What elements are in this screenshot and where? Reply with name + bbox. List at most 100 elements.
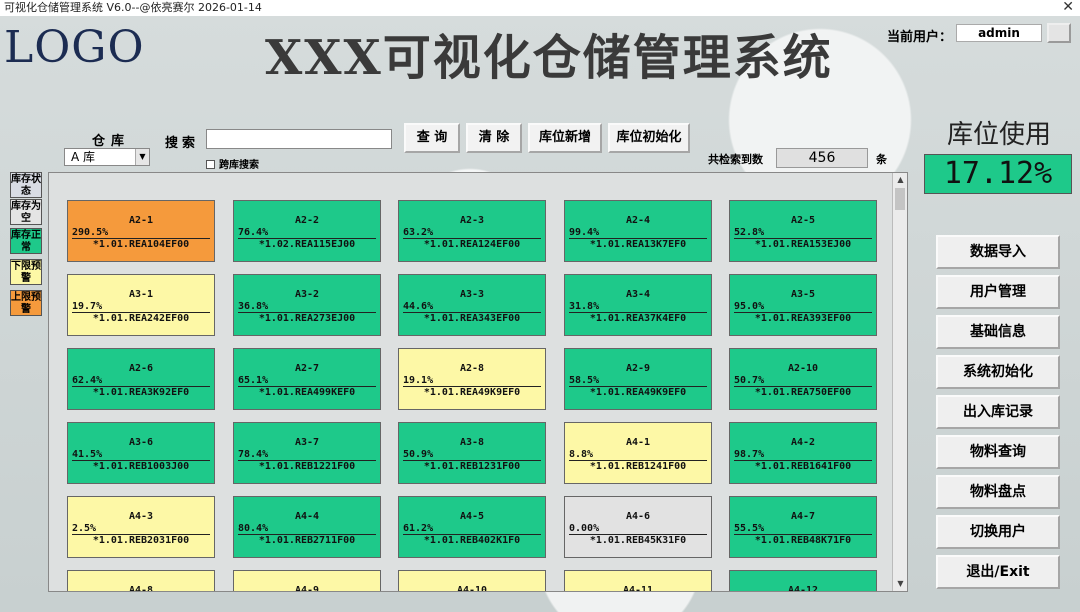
add-location-button[interactable]: 库位新增: [528, 123, 602, 153]
location-usage: 19.7%: [72, 301, 210, 313]
location-code: *1.01.REA3K92EF0: [92, 387, 190, 398]
location-code: *1.01.REB1221F00: [258, 461, 356, 472]
side-menu-button[interactable]: 出入库记录: [936, 395, 1060, 429]
current-user-label: 当前用户：: [887, 30, 953, 45]
location-cell[interactable]: A2-3 63.2% *1.01.REA124EF00: [398, 200, 546, 262]
location-cell[interactable]: A2-2 76.4% *1.02.REA115EJ00: [233, 200, 381, 262]
location-usage: 52.8%: [734, 227, 872, 239]
location-name: A4-10: [456, 585, 488, 592]
location-grid: A2-1 290.5% *1.01.REA104EF00 A2-2 76.4% *1.02…: [48, 172, 908, 592]
location-cell[interactable]: A4-10: [398, 570, 546, 592]
location-name: A2-4: [625, 215, 651, 226]
location-code: *1.01.REA499KEF0: [258, 387, 356, 398]
query-button[interactable]: 查 询: [404, 123, 460, 153]
legend-item: 上限预警: [10, 290, 42, 316]
side-menu-button[interactable]: 基础信息: [936, 315, 1060, 349]
location-cell[interactable]: A3-6 41.5% *1.01.REB1003J00: [67, 422, 215, 484]
location-cell[interactable]: A4-9: [233, 570, 381, 591]
location-cell[interactable]: A4-4 80.4% *1.01.REB2711F00: [233, 496, 381, 558]
warehouse-select[interactable]: A 库 ▼: [64, 148, 150, 166]
location-cell[interactable]: A3-3 44.6% *1.01.REA343EF00: [398, 274, 546, 336]
side-menu-button[interactable]: 物料盘点: [936, 475, 1060, 509]
current-user-field: admin: [956, 24, 1042, 42]
location-usage: 31.8%: [569, 301, 707, 313]
location-code: *1.01.REA13K7EF0: [589, 239, 687, 250]
grid-scrollbar[interactable]: ▲ ▼: [892, 173, 907, 591]
location-cell[interactable]: A4-2 98.7% *1.01.REB1641F00: [729, 422, 877, 484]
location-cell[interactable]: A4-6 0.00% *1.01.REB45K31F0: [564, 496, 712, 558]
checkbox-icon[interactable]: [206, 160, 215, 169]
location-cell[interactable]: A4-7 55.5% *1.01.REB48K71F0: [729, 496, 877, 558]
location-code: *1.01.REB1241F00: [589, 461, 687, 472]
location-usage: 65.1%: [238, 375, 376, 387]
close-icon[interactable]: ✕: [1062, 0, 1074, 15]
location-cell[interactable]: A2-5 52.8% *1.01.REA153EJ00: [729, 200, 877, 262]
scroll-up-icon[interactable]: ▲: [893, 173, 908, 187]
location-usage: 99.4%: [569, 227, 707, 239]
location-code: *1.01.REA37K4EF0: [589, 313, 687, 324]
user-switch-button[interactable]: [1047, 23, 1071, 43]
location-code: *1.01.REB45K31F0: [589, 535, 687, 546]
location-name: A2-5: [790, 215, 816, 226]
location-cell[interactable]: A2-9 58.5% *1.01.REA49K9EF0: [564, 348, 712, 410]
location-usage: 63.2%: [403, 227, 541, 239]
location-name: A2-9: [625, 363, 651, 374]
cross-search-label: 跨库搜索: [219, 160, 259, 171]
location-name: A3-7: [294, 437, 320, 448]
location-cell[interactable]: A3-4 31.8% *1.01.REA37K4EF0: [564, 274, 712, 336]
location-name: A4-8: [128, 585, 154, 592]
location-cell[interactable]: A2-8 19.1% *1.01.REA49K9EF0: [398, 348, 546, 410]
legend-item: 库存为空: [10, 199, 42, 225]
logo: LOGO: [4, 22, 145, 73]
location-code: *1.01.REA393EF00: [754, 313, 852, 324]
location-cell[interactable]: A3-8 50.9% *1.01.REB1231F00: [398, 422, 546, 484]
location-name: A2-1: [128, 215, 154, 226]
init-location-button[interactable]: 库位初始化: [608, 123, 690, 153]
location-code: *1.01.REA49K9EF0: [589, 387, 687, 398]
location-cell[interactable]: A4-3 2.5% *1.01.REB2031F00: [67, 496, 215, 558]
location-cell[interactable]: A4-5 61.2% *1.01.REB402K1F0: [398, 496, 546, 558]
cross-search-checkbox[interactable]: 跨库搜索: [206, 156, 259, 171]
location-name: A4-1: [625, 437, 651, 448]
location-cell[interactable]: A2-1 290.5% *1.01.REA104EF00: [67, 200, 215, 262]
location-cell[interactable]: A4-11: [564, 570, 712, 591]
location-name: A4-6: [625, 511, 651, 522]
location-usage: 2.5%: [72, 523, 210, 535]
search-input[interactable]: [206, 129, 392, 149]
location-cell[interactable]: A4-1 8.8% *1.01.REB1241F00: [564, 422, 712, 484]
location-cell[interactable]: A3-1 19.7% *1.01.REA242EF00: [67, 274, 215, 336]
side-menu-button[interactable]: 切换用户: [936, 515, 1060, 549]
search-label: 搜索: [165, 136, 200, 151]
side-menu-button[interactable]: 数据导入: [936, 235, 1060, 269]
location-code: *1.01.REB1641F00: [754, 461, 852, 472]
location-code: *1.01.REA153EJ00: [754, 239, 852, 250]
legend-item: 库存正常: [10, 228, 42, 254]
location-usage: 58.5%: [569, 375, 707, 387]
location-name: A2-10: [787, 363, 819, 374]
side-menu-button[interactable]: 退出/Exit: [936, 555, 1060, 589]
location-cell[interactable]: A3-7 78.4% *1.01.REB1221F00: [233, 422, 381, 484]
location-cell[interactable]: A4-8: [67, 570, 215, 592]
side-menu-button[interactable]: 物料查询: [936, 435, 1060, 469]
location-cell[interactable]: A3-5 95.0% *1.01.REA393EF00: [729, 274, 877, 336]
location-name: A4-4: [294, 511, 320, 522]
location-usage: 50.9%: [403, 449, 541, 461]
location-cell[interactable]: A2-4 99.4% *1.01.REA13K7EF0: [564, 200, 712, 262]
location-code: *1.01.REB2031F00: [92, 535, 190, 546]
location-code: *1.01.REA242EF00: [92, 313, 190, 324]
location-cell[interactable]: A2-7 65.1% *1.01.REA499KEF0: [233, 348, 381, 410]
location-cell[interactable]: A4-12: [729, 570, 877, 591]
location-name: A3-6: [128, 437, 154, 448]
side-menu-button[interactable]: 系统初始化: [936, 355, 1060, 389]
location-cell[interactable]: A3-2 36.8% *1.01.REA273EJ00: [233, 274, 381, 336]
location-name: A3-5: [790, 289, 816, 300]
location-cell[interactable]: A2-10 50.7% *1.01.REA750EF00: [729, 348, 877, 410]
scroll-thumb[interactable]: [895, 188, 905, 210]
clear-button[interactable]: 清 除: [466, 123, 522, 153]
location-name: A4-7: [790, 511, 816, 522]
location-cell[interactable]: A2-6 62.4% *1.01.REA3K92EF0: [67, 348, 215, 410]
chevron-down-icon[interactable]: ▼: [135, 149, 149, 165]
side-menu-button[interactable]: 用户管理: [936, 275, 1060, 309]
location-name: A4-3: [128, 511, 154, 522]
scroll-down-icon[interactable]: ▼: [893, 577, 908, 591]
